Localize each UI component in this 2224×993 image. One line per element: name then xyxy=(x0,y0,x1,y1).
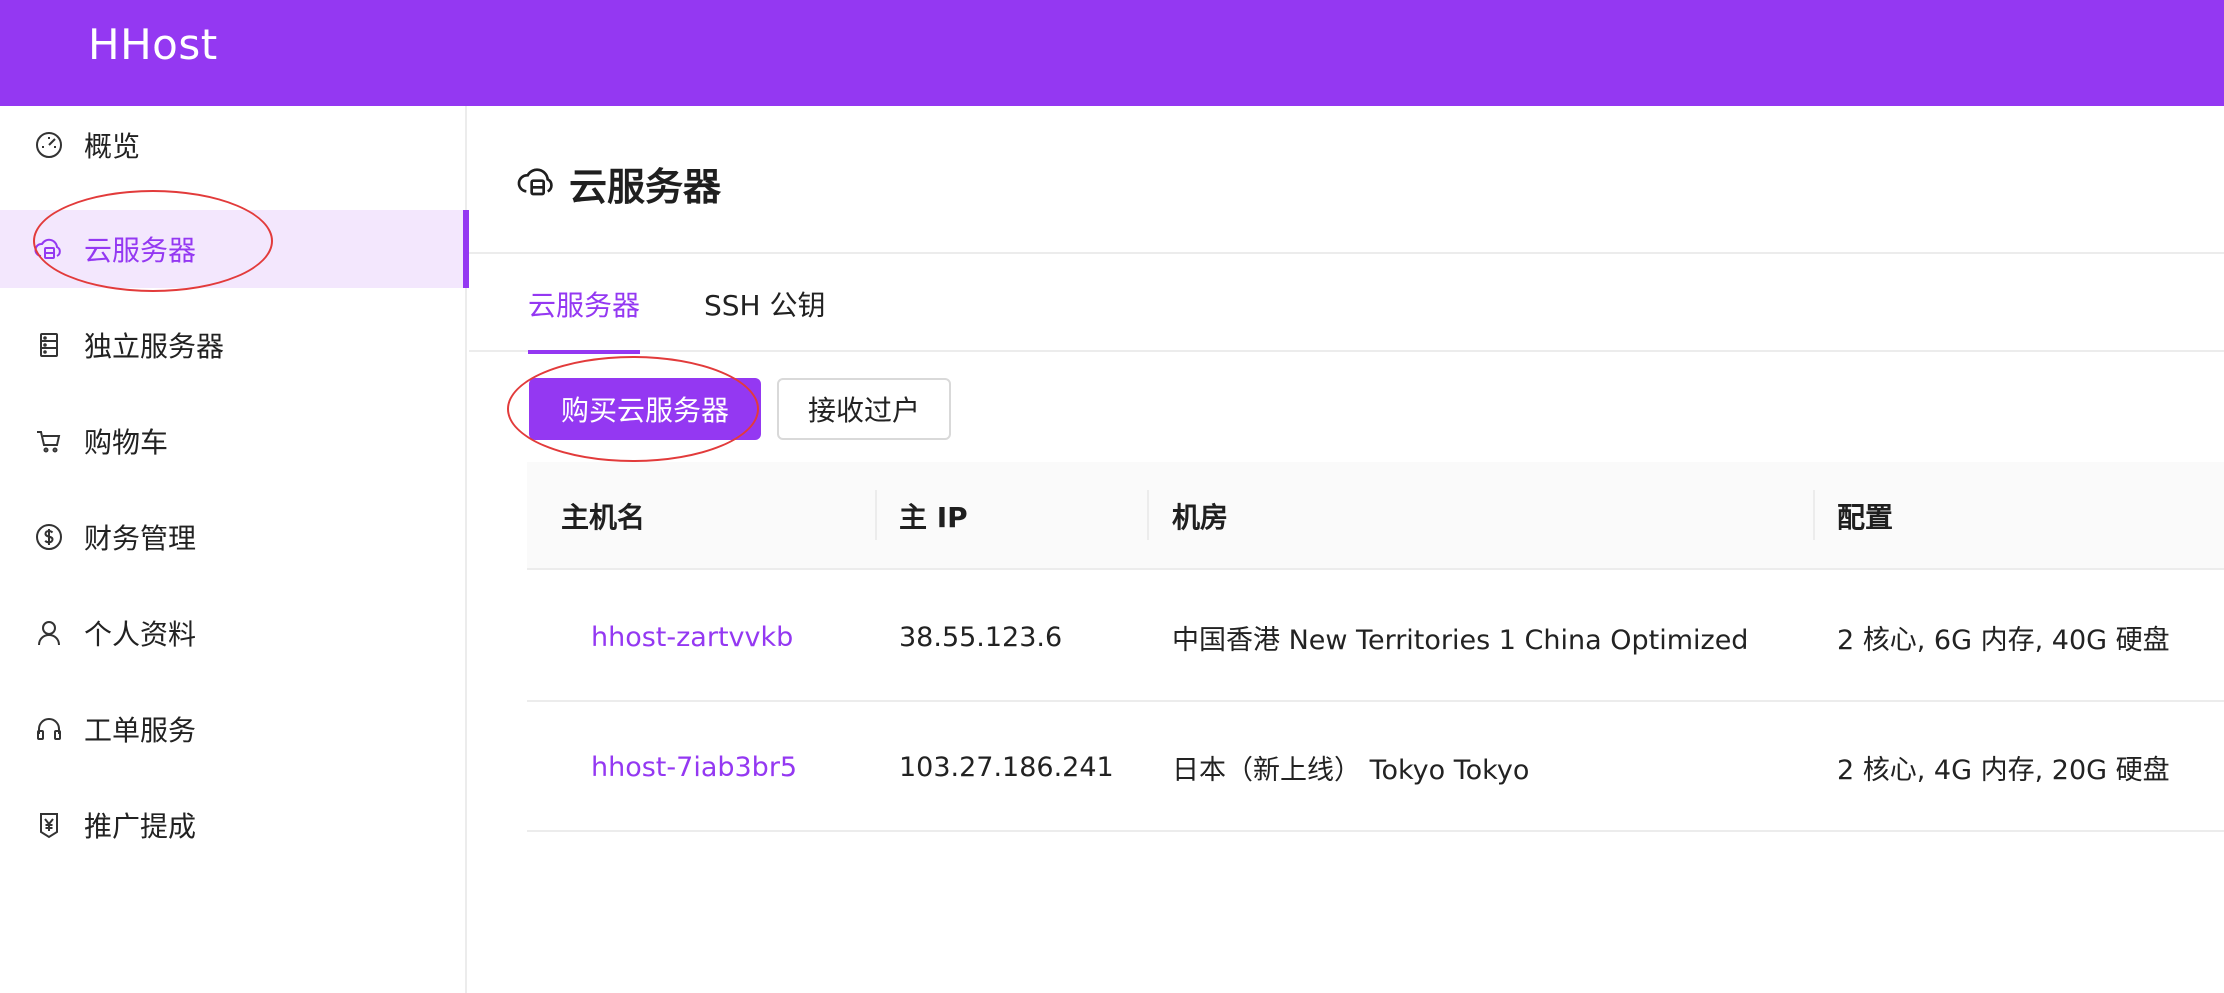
config-cell: 2 核心, 6G 内存, 40G 硬盘 xyxy=(1837,624,2170,656)
table-row: hhost-zartvvkb 38.55.123.6 中国香港 New Terr… xyxy=(527,572,2224,702)
sidebar-item-cart[interactable]: 购物车 xyxy=(0,402,467,480)
tab-ssh-keys[interactable]: SSH 公钥 xyxy=(704,256,826,352)
yen-badge-icon xyxy=(34,810,64,840)
sidebar-item-label: 购物车 xyxy=(84,426,169,459)
headset-icon xyxy=(34,714,64,744)
sidebar-item-label: 概览 xyxy=(84,130,141,163)
server-rack-icon xyxy=(34,330,64,360)
ip-cell: 103.27.186.241 xyxy=(899,751,1114,783)
dollar-circle-icon xyxy=(34,522,64,552)
tab-bar: 云服务器 SSH 公钥 xyxy=(469,256,2224,354)
config-cell: 2 核心, 4G 内存, 20G 硬盘 xyxy=(1837,754,2170,786)
column-divider xyxy=(1147,490,1149,540)
sidebar-item-cloud-server[interactable]: 云服务器 xyxy=(0,210,469,288)
page-header: 云服务器 xyxy=(469,106,2224,254)
tab-cloud-server[interactable]: 云服务器 xyxy=(528,256,641,354)
column-header-config: 配置 xyxy=(1837,501,1894,534)
column-header-ip: 主 IP xyxy=(899,501,968,534)
sidebar-item-label: 工单服务 xyxy=(84,714,197,747)
column-header-hostname: 主机名 xyxy=(561,501,646,534)
sidebar-item-overview[interactable]: 概览 xyxy=(0,106,467,184)
sidebar-item-dedicated-server[interactable]: 独立服务器 xyxy=(0,306,467,384)
sidebar-item-affiliate[interactable]: 推广提成 xyxy=(0,786,467,864)
sidebar-item-label: 个人资料 xyxy=(84,618,197,651)
table-header: 主机名 主 IP 机房 配置 xyxy=(527,462,2224,570)
cloud-server-icon xyxy=(34,234,64,264)
brand-logo[interactable]: HHost xyxy=(88,20,218,69)
sidebar: 概览 云服务器 独立服务器 购物车 财务管理 个人资料 工单服务 推广提成 xyxy=(0,106,469,993)
sidebar-item-profile[interactable]: 个人资料 xyxy=(0,594,467,672)
sidebar-item-label: 财务管理 xyxy=(84,522,197,555)
sidebar-item-label: 云服务器 xyxy=(84,234,197,267)
sidebar-item-label: 独立服务器 xyxy=(84,330,225,363)
column-divider xyxy=(1813,490,1815,540)
column-header-datacenter: 机房 xyxy=(1172,501,1229,534)
main-content: 云服务器 云服务器 SSH 公钥 购买云服务器 接收过户 主机名 主 IP 机房… xyxy=(469,106,2224,993)
sidebar-item-finance[interactable]: 财务管理 xyxy=(0,498,467,576)
datacenter-cell: 日本（新上线） Tokyo Tokyo xyxy=(1172,754,1530,786)
top-bar: HHost xyxy=(0,0,2224,106)
sidebar-item-label: 推广提成 xyxy=(84,810,197,843)
ip-cell: 38.55.123.6 xyxy=(899,621,1063,653)
page-title: 云服务器 xyxy=(569,165,722,209)
sidebar-item-tickets[interactable]: 工单服务 xyxy=(0,690,467,768)
receive-transfer-button[interactable]: 接收过户 xyxy=(777,378,951,440)
hostname-link[interactable]: hhost-zartvvkb xyxy=(591,572,793,702)
column-divider xyxy=(875,490,877,540)
dashboard-gauge-icon xyxy=(34,130,64,160)
cloud-server-icon xyxy=(517,162,557,202)
shopping-cart-icon xyxy=(34,426,64,456)
hostname-link[interactable]: hhost-7iab3br5 xyxy=(591,702,797,832)
datacenter-cell: 中国香港 New Territories 1 China Optimized xyxy=(1172,624,1749,656)
table-row: hhost-7iab3br5 103.27.186.241 日本（新上线） To… xyxy=(527,702,2224,832)
user-icon xyxy=(34,618,64,648)
buy-cloud-server-button[interactable]: 购买云服务器 xyxy=(529,378,761,440)
